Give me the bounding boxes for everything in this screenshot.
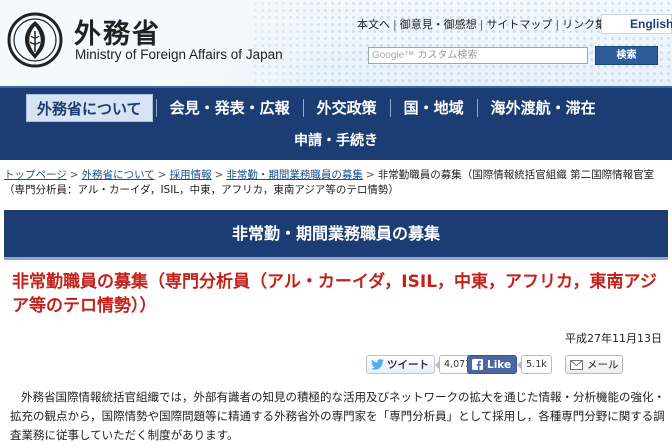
- nav-divider: [476, 99, 478, 117]
- util-link-skip-to-content[interactable]: 本文へ: [357, 16, 390, 32]
- site-name-ja[interactable]: 外務省: [74, 12, 161, 51]
- nav-item-applications[interactable]: 申請・手続き: [284, 127, 388, 155]
- ministry-emblem-icon[interactable]: [7, 12, 63, 68]
- facebook-share: Like 5.1k: [467, 355, 552, 374]
- global-navigation: 外務省について 会見・発表・広報 外交政策 国・地域 海外渡航・滞在 申請・手続…: [0, 86, 672, 160]
- envelope-icon: [570, 359, 583, 370]
- breadcrumb-link-part-time[interactable]: 非常勤・期間業務職員の募集: [226, 169, 363, 181]
- nav-divider: [155, 99, 157, 117]
- site-header: 外務省 Ministry of Foreign Affairs of Japan…: [0, 0, 672, 86]
- breadcrumb: トップページ > 外務省について > 採用情報 > 非常勤・期間業務職員の募集 > 非常勤職員の…: [4, 169, 655, 196]
- util-link-links[interactable]: リンク集: [562, 16, 606, 32]
- mail-button[interactable]: メール: [565, 355, 623, 374]
- nav-item-travel-stay[interactable]: 海外渡航・滞在: [481, 94, 606, 122]
- site-name-en[interactable]: Ministry of Foreign Affairs of Japan: [75, 47, 283, 62]
- facebook-f-icon: [472, 359, 483, 370]
- search-placeholder: カスタム検索: [417, 50, 478, 61]
- util-link-sitemap[interactable]: サイトマップ: [486, 16, 552, 32]
- nav-divider: [389, 99, 391, 117]
- google-brand-label: Google™: [372, 50, 415, 61]
- nav-item-countries-regions[interactable]: 国・地域: [394, 94, 474, 122]
- section-title: 非常勤・期間業務職員の募集: [4, 210, 668, 260]
- search-button[interactable]: 検索: [595, 46, 658, 65]
- publish-date: 平成27年11月13日: [565, 332, 662, 345]
- util-link-feedback[interactable]: 御意見・御感想: [400, 16, 477, 32]
- page-title: 非常勤職員の募集（専門分析員（アル・カーイダ，ISIL，中東，アフリカ，東南アジ…: [12, 272, 657, 316]
- nav-item-foreign-policy[interactable]: 外交政策: [307, 94, 387, 122]
- nav-row-secondary: 申請・手続き: [0, 127, 672, 155]
- tweet-label: ツイート: [387, 359, 429, 371]
- breadcrumb-link-about[interactable]: 外務省について: [82, 169, 155, 181]
- tweet-button[interactable]: ツイート: [366, 355, 435, 374]
- utility-links: 本文へ | 御意見・御感想 | サイトマップ | リンク集 |: [357, 16, 613, 32]
- english-language-button[interactable]: English: [601, 14, 672, 34]
- nav-item-about-mofa[interactable]: 外務省について: [26, 94, 153, 122]
- facebook-like-button[interactable]: Like: [467, 355, 518, 374]
- nav-divider: [302, 99, 304, 117]
- tweet-share: ツイート 4,073: [366, 355, 477, 374]
- intro-paragraph: 外務省国際情報統括官組織では，外部有識者の知見の積極的な活用及びネットワークの拡…: [10, 390, 665, 442]
- nav-row-primary: 外務省について 会見・発表・広報 外交政策 国・地域 海外渡航・滞在: [26, 94, 606, 122]
- like-count: 5.1k: [517, 355, 552, 374]
- breadcrumb-link-top[interactable]: トップページ: [4, 169, 67, 181]
- mail-label: メール: [587, 359, 619, 371]
- search-input[interactable]: Google™ カスタム検索: [368, 47, 588, 64]
- like-label: Like: [487, 358, 512, 371]
- breadcrumb-link-recruitment[interactable]: 採用情報: [170, 169, 212, 181]
- twitter-bird-icon: [371, 359, 384, 370]
- nav-item-press[interactable]: 会見・発表・広報: [160, 94, 300, 122]
